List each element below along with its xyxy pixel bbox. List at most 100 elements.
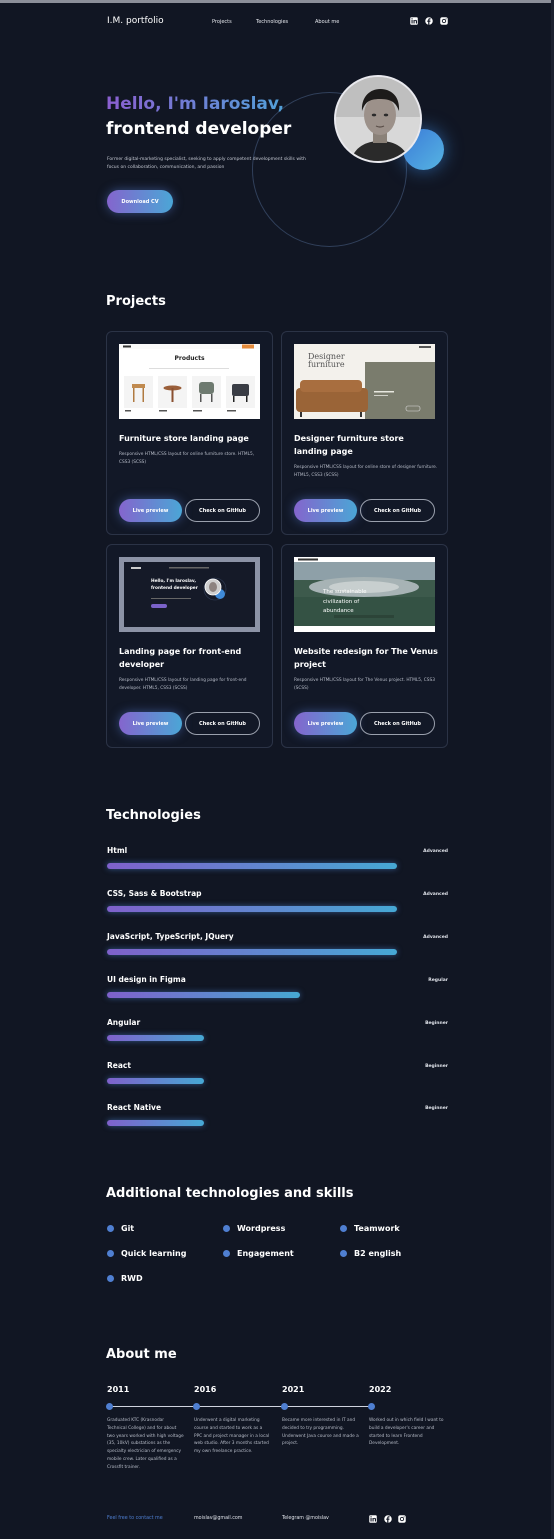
contact-label: Feel free to contact me [107, 1516, 163, 1521]
hero-role: frontend developer [106, 119, 292, 139]
projects-title: Projects [106, 294, 166, 309]
project-title: Landing page for front-end developer [119, 647, 242, 669]
tech-level: Beginner [425, 1106, 448, 1111]
tech-row: React Native Beginner [107, 1103, 448, 1133]
email-link[interactable]: moislav@gmail.com [194, 1516, 242, 1521]
timeline-year: 2021 [282, 1385, 305, 1394]
tech-row: Html Advanced [107, 846, 448, 876]
skill-label: Git [121, 1224, 135, 1233]
tech-row: UI design in Figma Regular [107, 975, 448, 1005]
project-title: Website redesign for The Venus project [294, 647, 438, 669]
bullet-dot [340, 1225, 347, 1232]
tech-name: JavaScript, TypeScript, JQuery [107, 932, 234, 941]
tech-level: Beginner [425, 1021, 448, 1026]
live-preview-button[interactable]: Live preview [119, 712, 182, 735]
tech-progress-bar [107, 949, 397, 955]
nav-technologies[interactable]: Technologies [256, 19, 288, 25]
tech-level: Advanced [423, 849, 448, 854]
project-card: The sustainable civilization of abundanc… [281, 544, 448, 748]
bullet-dot [223, 1250, 230, 1257]
tech-name: UI design in Figma [107, 975, 186, 984]
tech-progress-bar [107, 1078, 204, 1084]
nav-projects[interactable]: Projects [212, 19, 232, 25]
bullet-dot [340, 1250, 347, 1257]
linkedin-icon[interactable] [369, 1515, 377, 1523]
linkedin-icon[interactable] [410, 17, 418, 25]
tech-name: Angular [107, 1018, 141, 1027]
skills-title: Additional technologies and skills [106, 1186, 354, 1201]
skill-item: Teamwork [340, 1224, 400, 1233]
tech-level: Regular [428, 978, 448, 983]
project-description: Responsive HTML/CSS layout for landing p… [119, 678, 247, 691]
hero-description: Former digital-marketing specialist, see… [107, 157, 306, 170]
nav-about-me[interactable]: About me [315, 19, 339, 25]
tech-progress-bar [107, 1120, 204, 1126]
project-description: Responsive HTML/CSS layout for The Venus… [294, 678, 435, 691]
tech-level: Advanced [423, 935, 448, 940]
skill-item: Git [107, 1224, 134, 1233]
timeline-dot [106, 1403, 113, 1410]
tech-level: Advanced [423, 892, 448, 897]
tech-row: CSS, Sass & Bootstrap Advanced [107, 889, 448, 919]
thumbnail-heading: Products [174, 355, 205, 362]
tech-row: React Beginner [107, 1061, 448, 1091]
timeline-dot [193, 1403, 200, 1410]
skill-label: Wordpress [237, 1224, 286, 1233]
live-preview-button[interactable]: Live preview [294, 499, 357, 522]
tech-progress-bar [107, 863, 397, 869]
project-card: Designer furniture Designer furniture st… [281, 331, 448, 535]
bullet-dot [107, 1250, 114, 1257]
project-description: Responsive HTML/CSS layout for online fu… [119, 452, 255, 465]
live-preview-button[interactable]: Live preview [294, 712, 357, 735]
instagram-icon[interactable] [398, 1515, 406, 1523]
timeline-text: Graduated KTC (Krasnodar Technical Colle… [107, 1418, 184, 1470]
header: I.M. portfolio Projects Technologies Abo… [107, 16, 448, 30]
skill-item: Wordpress [223, 1224, 285, 1233]
project-description: Responsive HTML/CSS layout for online st… [294, 465, 438, 478]
github-button[interactable]: Check on GitHub [185, 712, 260, 735]
hero-greeting: Hello, I'm Iaroslav, [106, 92, 291, 117]
facebook-icon[interactable] [384, 1515, 392, 1523]
tech-name: React [107, 1061, 131, 1070]
project-thumbnail[interactable]: Hello, I'm Iaroslav, frontend developer [119, 557, 260, 632]
bullet-dot [107, 1275, 114, 1282]
skill-item: Quick learning [107, 1249, 186, 1258]
timeline-line [109, 1406, 373, 1407]
timeline-year: 2011 [107, 1385, 130, 1394]
logo[interactable]: I.M. portfolio [107, 16, 164, 26]
timeline-year: 2022 [369, 1385, 392, 1394]
tech-name: CSS, Sass & Bootstrap [107, 889, 202, 898]
skill-item: Engagement [223, 1249, 294, 1258]
technologies-title: Technologies [106, 808, 201, 823]
avatar [334, 75, 422, 163]
tech-row: JavaScript, TypeScript, JQuery Advanced [107, 932, 448, 962]
github-button[interactable]: Check on GitHub [185, 499, 260, 522]
about-title: About me [106, 1347, 177, 1362]
github-button[interactable]: Check on GitHub [360, 499, 435, 522]
tech-row: Angular Beginner [107, 1018, 448, 1048]
tech-progress-bar [107, 906, 397, 912]
project-thumbnail[interactable]: Designer furniture [294, 344, 435, 419]
project-thumbnail[interactable]: The sustainable civilization of abundanc… [294, 557, 435, 632]
skill-label: RWD [121, 1274, 143, 1283]
project-card: Products Furniture store landing page Re… [106, 331, 273, 535]
telegram-link[interactable]: Telegram @moislav [282, 1516, 329, 1521]
download-cv-button[interactable]: Download CV [107, 190, 173, 213]
instagram-icon[interactable] [440, 17, 448, 25]
thumbnail-heading: The sustainable civilization of abundanc… [323, 589, 367, 614]
live-preview-button[interactable]: Live preview [119, 499, 182, 522]
github-button[interactable]: Check on GitHub [360, 712, 435, 735]
skill-label: Teamwork [354, 1224, 400, 1233]
timeline-text: Became more interested in IT and decided… [282, 1418, 359, 1447]
bullet-dot [223, 1225, 230, 1232]
project-title: Designer furniture store landing page [294, 434, 404, 456]
timeline-dot [281, 1403, 288, 1410]
hero-title: Hello, I'm Iaroslav, frontend developer [106, 92, 291, 142]
thumbnail-heading: Hello, I'm Iaroslav, frontend developer [151, 579, 198, 591]
tech-name: React Native [107, 1103, 162, 1112]
top-edge [0, 0, 554, 3]
skill-item: B2 english [340, 1249, 401, 1258]
facebook-icon[interactable] [425, 17, 433, 25]
project-thumbnail[interactable]: Products [119, 344, 260, 419]
skill-item: RWD [107, 1274, 143, 1283]
